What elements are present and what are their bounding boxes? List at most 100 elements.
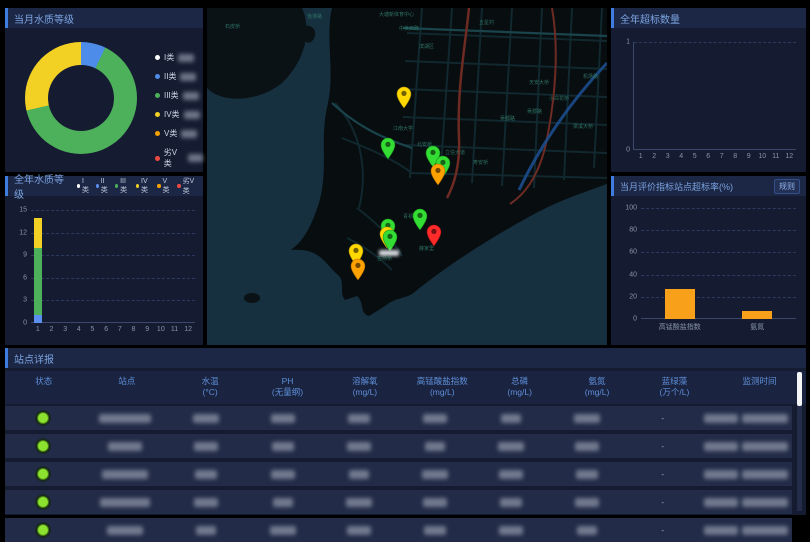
legend-label: V类 bbox=[164, 128, 177, 139]
city-map[interactable]: 石皮桥渔港路大塘新体育中心中美西路滨湖区五星村天安大桥小白花桥机场路吴都路吴郡路… bbox=[207, 8, 607, 345]
map-place-label: 吴郡路 bbox=[527, 108, 542, 115]
y-gridline bbox=[634, 42, 796, 43]
rate-chart[interactable]: 020406080100高锰酸盐指数氨氮 bbox=[641, 208, 796, 319]
legend-item[interactable]: I类 bbox=[155, 52, 203, 63]
y-gridline bbox=[31, 278, 195, 279]
cell-总磷 bbox=[473, 498, 549, 507]
x-axis-tick: 7 bbox=[720, 150, 724, 160]
legend-item[interactable]: IV类 bbox=[155, 109, 203, 120]
cell-监测时间 bbox=[701, 526, 792, 535]
map-place-label: 石皮桥 bbox=[225, 23, 240, 30]
x-axis-tick: 1 bbox=[639, 150, 643, 160]
legend-item[interactable]: V类 bbox=[157, 178, 171, 195]
y-gridline bbox=[31, 255, 195, 256]
masked-value bbox=[575, 442, 599, 451]
legend-item[interactable]: II类 bbox=[155, 71, 203, 82]
legend-dot bbox=[155, 131, 160, 136]
legend-item[interactable]: I类 bbox=[77, 178, 90, 195]
donut-chart[interactable] bbox=[25, 42, 137, 154]
masked-value bbox=[272, 442, 294, 451]
y-gridline bbox=[31, 210, 195, 211]
cell-高锰酸盐指数 bbox=[397, 526, 473, 535]
masked-value bbox=[425, 442, 445, 451]
legend-label: IV类 bbox=[164, 109, 180, 120]
bar-氨氮[interactable] bbox=[742, 311, 772, 319]
panel-title: 当月水质等级 bbox=[14, 11, 74, 26]
map-panel[interactable]: 石皮桥渔港路大塘新体育中心中美西路滨湖区五星村天安大桥小白花桥机场路吴都路吴郡路… bbox=[207, 8, 607, 345]
legend-label: II类 bbox=[101, 178, 109, 195]
status-ok-icon bbox=[37, 440, 49, 452]
cell-监测时间 bbox=[701, 414, 792, 423]
masked-value bbox=[273, 498, 293, 507]
legend-label: 劣V类 bbox=[183, 176, 197, 196]
exceed-chart[interactable]: 01123456789101112 bbox=[633, 42, 796, 150]
masked-value bbox=[194, 442, 218, 451]
masked-value bbox=[347, 442, 371, 451]
legend-item[interactable]: 劣V类 bbox=[177, 176, 197, 196]
legend-item[interactable]: III类 bbox=[155, 90, 203, 101]
legend-dot bbox=[157, 184, 160, 188]
table-row[interactable]: - bbox=[5, 462, 792, 486]
map-place-label: 大塘新体育中心 bbox=[379, 11, 414, 18]
y-gridline bbox=[641, 230, 796, 231]
panel-title: 当月评价指标站点超标率(%) bbox=[620, 180, 733, 193]
masked-value bbox=[193, 414, 219, 423]
masked-value bbox=[194, 498, 218, 507]
table-row[interactable]: - bbox=[5, 406, 792, 430]
table-row[interactable]: - bbox=[5, 518, 792, 542]
y-gridline bbox=[31, 233, 195, 234]
masked-value bbox=[100, 498, 150, 507]
legend-label: III类 bbox=[164, 90, 179, 101]
y-axis-tick: 20 bbox=[629, 293, 641, 300]
cell-PH bbox=[245, 414, 321, 423]
cell-PH bbox=[245, 442, 321, 451]
legend-item[interactable]: V类 bbox=[155, 128, 203, 139]
cell-蓝绿藻: - bbox=[625, 498, 701, 507]
panel-header: 当月水质等级 bbox=[5, 8, 203, 28]
masked-value bbox=[271, 414, 295, 423]
cell-监测时间 bbox=[701, 498, 792, 507]
masked-value bbox=[500, 498, 522, 507]
masked-value bbox=[501, 414, 521, 423]
table-scrollbar-thumb[interactable] bbox=[797, 372, 802, 406]
masked-date bbox=[704, 526, 738, 535]
masked-value bbox=[99, 414, 151, 423]
cell-状态 bbox=[5, 412, 81, 424]
y-axis-tick: 80 bbox=[629, 227, 641, 234]
status-ok-icon bbox=[37, 524, 49, 536]
yearbar-chart[interactable]: 03691215123456789101112 bbox=[31, 210, 195, 323]
cell-蓝绿藻: - bbox=[625, 526, 701, 535]
masked-value bbox=[271, 470, 295, 479]
legend-item[interactable]: IV类 bbox=[136, 178, 152, 195]
x-axis-tick: 5 bbox=[693, 150, 697, 160]
legend-label: 劣V类 bbox=[164, 147, 184, 169]
x-axis-tick: 7 bbox=[118, 323, 122, 333]
station-report-panel: 站点详报 状态站点水温(°C)PH(无量纲)溶解氧(mg/L)高锰酸盐指数(mg… bbox=[5, 348, 806, 515]
y-axis-tick: 1 bbox=[626, 39, 634, 46]
column-header-总磷: 总磷(mg/L) bbox=[481, 371, 558, 404]
bar-高锰酸盐指数[interactable] bbox=[665, 289, 695, 319]
legend-item[interactable]: 劣V类 bbox=[155, 147, 203, 169]
y-gridline bbox=[641, 208, 796, 209]
legend-item[interactable]: II类 bbox=[96, 178, 109, 195]
cell-溶解氧 bbox=[321, 470, 397, 479]
y-gridline bbox=[641, 252, 796, 253]
cell-蓝绿藻: - bbox=[625, 414, 701, 423]
map-place-label: 机场路 bbox=[583, 73, 598, 80]
legend-value-masked bbox=[183, 92, 199, 100]
legend-item[interactable]: III类 bbox=[115, 178, 130, 195]
table-row[interactable]: - bbox=[5, 434, 792, 458]
panel-header: 当月评价指标站点超标率(%) 规则 bbox=[611, 176, 806, 196]
donut-legend: I类 II类 III类 IV类 V类劣V类 bbox=[155, 52, 203, 169]
x-axis-tick: 9 bbox=[747, 150, 751, 160]
panel-header: 站点详报 bbox=[5, 348, 806, 368]
x-axis-tick: 2 bbox=[652, 150, 656, 160]
x-axis-tick: 氨氮 bbox=[750, 319, 764, 332]
panel-annual-exceed: 全年超标数量 01123456789101112 bbox=[611, 8, 806, 172]
rule-button[interactable]: 规则 bbox=[774, 179, 800, 194]
legend-dot bbox=[96, 184, 99, 188]
table-row[interactable]: - bbox=[5, 490, 792, 514]
masked-time bbox=[742, 498, 788, 507]
cell-水温 bbox=[168, 414, 244, 423]
masked-value bbox=[349, 470, 369, 479]
